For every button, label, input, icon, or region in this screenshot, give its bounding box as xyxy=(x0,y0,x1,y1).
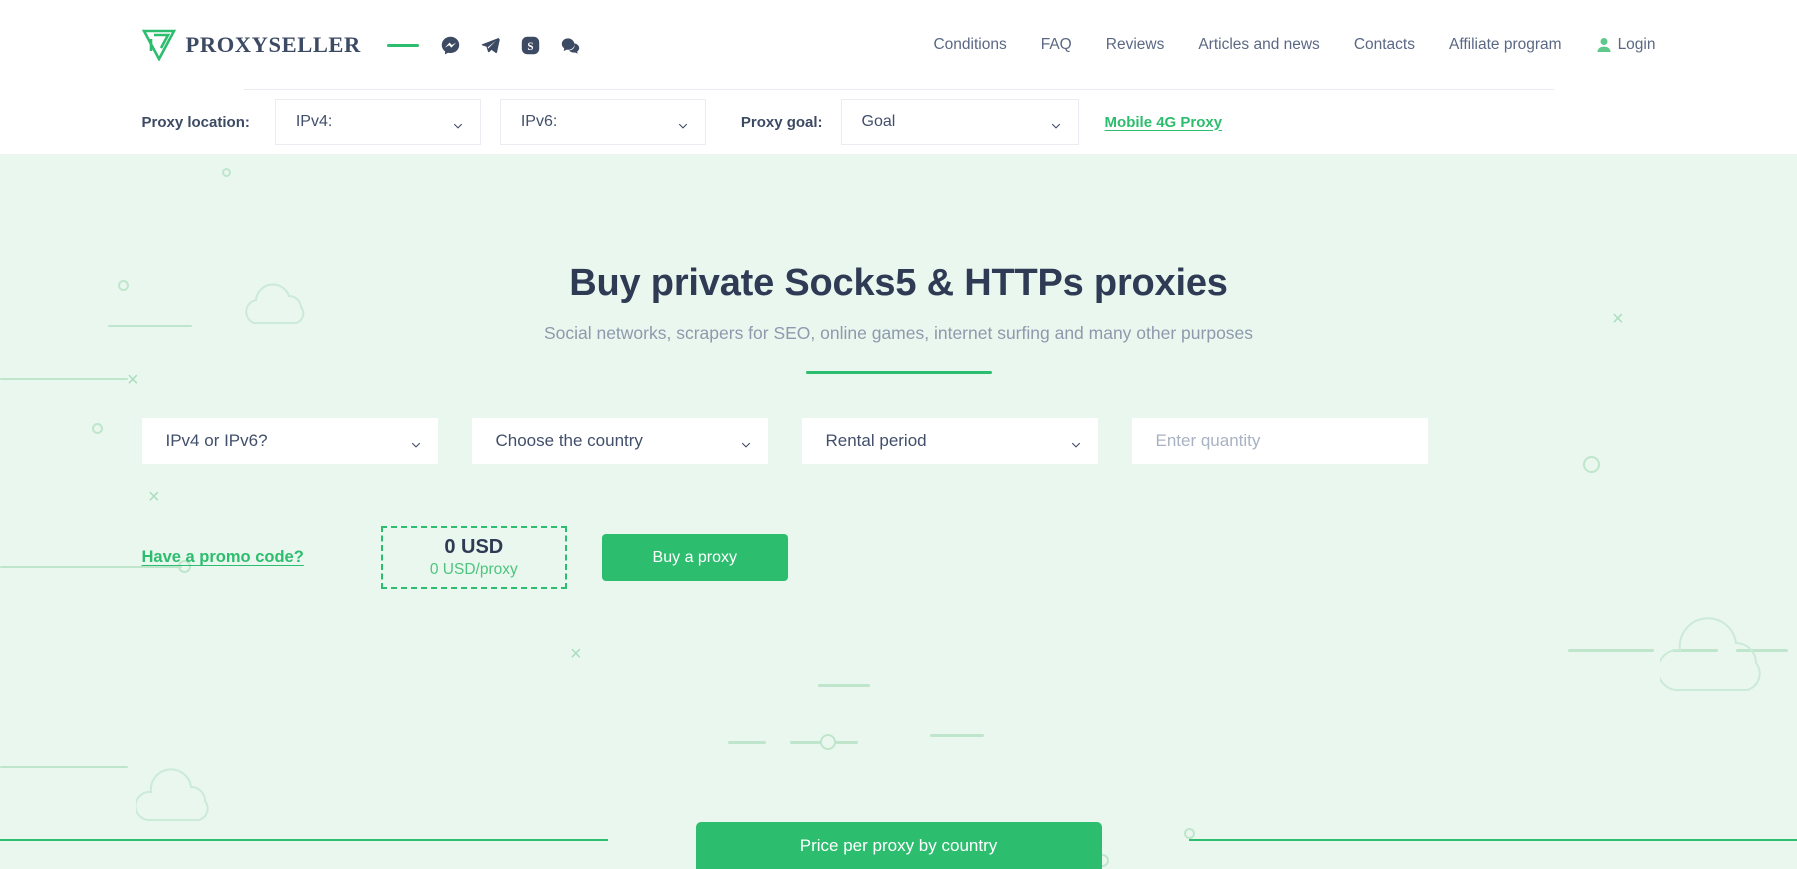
nav-item-affiliate-program[interactable]: Affiliate program xyxy=(1432,36,1579,54)
order-actions: Have a promo code? 0 USD 0 USD/proxy Buy… xyxy=(114,526,1684,589)
hero-rule-left xyxy=(0,839,608,841)
messenger-icon[interactable] xyxy=(441,36,460,55)
country-select[interactable]: Choose the country xyxy=(471,418,768,464)
page-root: PROXYSELLER S Conditions FAQ Reviews Art… xyxy=(0,0,1797,869)
brand-name: PROXYSELLER xyxy=(185,32,361,57)
order-form: IPv4 or IPv6? Choose the country Rental … xyxy=(114,418,1684,464)
page-title: Buy private Socks5 & HTTPs proxies xyxy=(569,262,1228,304)
promo-code-link[interactable]: Have a promo code? xyxy=(142,548,304,567)
price-summary: 0 USD 0 USD/proxy xyxy=(380,526,567,589)
chat-icon[interactable] xyxy=(561,36,580,55)
site-header: PROXYSELLER S Conditions FAQ Reviews Art… xyxy=(0,0,1797,90)
nav-item-reviews[interactable]: Reviews xyxy=(1089,36,1182,54)
main-navigation: Conditions FAQ Reviews Articles and news… xyxy=(916,36,1655,54)
ip-version-value: IPv4 or IPv6? xyxy=(165,431,268,450)
ipv6-location-value: IPv6: xyxy=(520,113,558,130)
country-value: Choose the country xyxy=(495,431,643,450)
cloud-decoration-icon xyxy=(136,768,209,821)
proxy-goal-label: Proxy goal: xyxy=(740,113,823,131)
hero-section: × × × × Buy private Socks5 & HTTPs proxi… xyxy=(0,154,1797,869)
brand-divider-dash xyxy=(386,43,419,47)
ipv4-location-select[interactable]: IPv4: xyxy=(274,99,481,145)
quantity-input[interactable] xyxy=(1131,418,1428,464)
proxyseller-v-logo-icon xyxy=(141,29,176,61)
social-links: S xyxy=(441,36,580,55)
login-label: Login xyxy=(1617,36,1656,53)
skype-icon[interactable]: S xyxy=(521,36,540,55)
telegram-icon[interactable] xyxy=(481,36,500,55)
nav-item-faq[interactable]: FAQ xyxy=(1024,36,1089,54)
chevron-down-icon xyxy=(411,437,421,448)
price-per-proxy: 0 USD/proxy xyxy=(429,561,518,578)
page-subtitle: Social networks, scrapers for SEO, onlin… xyxy=(543,323,1254,343)
nav-item-articles-and-news[interactable]: Articles and news xyxy=(1181,36,1336,54)
chevron-down-icon xyxy=(1051,118,1061,129)
price-per-proxy-by-country-button[interactable]: Price per proxy by country xyxy=(695,822,1102,869)
chevron-down-icon xyxy=(741,437,751,448)
proxy-filter-bar: Proxy location: IPv4: IPv6: Proxy goal: … xyxy=(0,90,1797,154)
header-divider xyxy=(243,89,1554,90)
mobile-4g-proxy-link[interactable]: Mobile 4G Proxy xyxy=(1105,114,1223,131)
user-icon xyxy=(1597,37,1611,53)
ip-version-select[interactable]: IPv4 or IPv6? xyxy=(141,418,438,464)
proxy-goal-select[interactable]: Goal xyxy=(840,99,1079,145)
price-total: 0 USD xyxy=(444,536,504,558)
chevron-down-icon xyxy=(453,118,463,129)
proxy-goal-value: Goal xyxy=(861,113,896,130)
brand-logo[interactable]: PROXYSELLER xyxy=(141,29,361,61)
rental-period-select[interactable]: Rental period xyxy=(801,418,1098,464)
buy-proxy-button[interactable]: Buy a proxy xyxy=(601,534,788,581)
title-underline xyxy=(805,371,992,374)
chevron-down-icon xyxy=(1071,437,1081,448)
nav-item-contacts[interactable]: Contacts xyxy=(1337,36,1432,54)
ipv4-location-value: IPv4: xyxy=(295,113,333,130)
ipv6-location-select[interactable]: IPv6: xyxy=(499,99,706,145)
cloud-decoration-icon xyxy=(1660,617,1761,691)
login-button[interactable]: Login xyxy=(1579,36,1656,54)
chevron-down-icon xyxy=(678,118,688,129)
hero-rule-right xyxy=(1189,839,1797,841)
proxy-location-label: Proxy location: xyxy=(141,113,250,131)
svg-text:S: S xyxy=(527,40,533,52)
nav-item-conditions[interactable]: Conditions xyxy=(916,36,1023,54)
rental-period-value: Rental period xyxy=(825,431,927,450)
